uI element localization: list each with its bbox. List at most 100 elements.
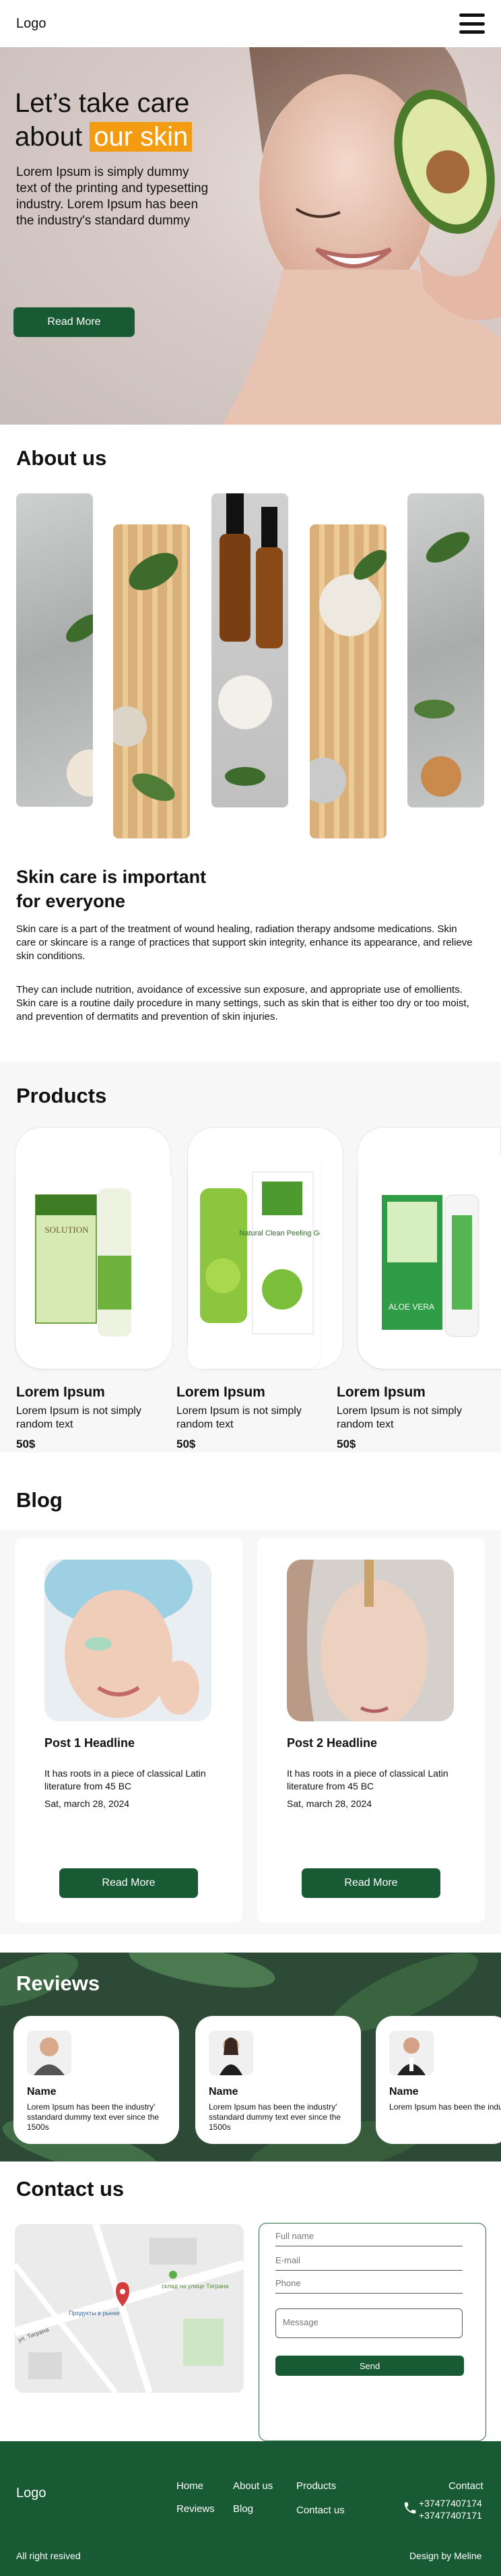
phone-icon: [403, 2501, 418, 2515]
reviews-title: Reviews: [16, 1971, 100, 1995]
about-image-stone: [16, 493, 93, 807]
map-graphic: склад на улице Тиграна Продукты в рынке …: [15, 2224, 244, 2393]
map-label: Продукты в рынке: [69, 2310, 120, 2317]
full-name-field[interactable]: [275, 2226, 463, 2246]
blog-image-post-2: [287, 1560, 454, 1721]
review-text: Lorem Ipsum has been the industry' sstan…: [27, 2102, 160, 2132]
leaf-decoration: [113, 553, 178, 801]
about-paragraph-2: They can include nutrition, avoidance of…: [16, 984, 469, 1022]
phone-field[interactable]: [275, 2273, 463, 2294]
site-footer: Logo Home Reviews About us Blog Products…: [0, 2441, 501, 2576]
map[interactable]: склад на улице Тиграна Продукты в рынке …: [15, 2224, 244, 2393]
product-label: Natural Clean Peeling Gel: [239, 1229, 320, 1237]
skin-care-title-line1: Skin care is important: [16, 867, 207, 887]
footer-link-reviews[interactable]: Reviews: [176, 2503, 215, 2515]
contact-form: Send: [259, 2223, 486, 2441]
woman-serum-illustration: [287, 1560, 428, 1721]
contact-title: Contact us: [16, 2177, 125, 2201]
burger-line: [459, 13, 485, 17]
blog-card: Post 2 Headline It has roots in a piece …: [257, 1538, 485, 1922]
product-image-frame: SOLUTION: [15, 1155, 172, 1369]
hero-text: Lorem Ipsum is simply dummy text of the …: [16, 165, 209, 228]
hero-title: Let’s take care about our skin: [15, 86, 193, 154]
reviewer-name: Name: [27, 2086, 57, 2097]
review-text: Lorem Ipsum has been the industry' sstan…: [389, 2102, 501, 2112]
blog-date: Sat, march 28, 2024: [287, 1798, 372, 1809]
footer-link-blog[interactable]: Blog: [233, 2503, 253, 2515]
blog-image-post-1: [44, 1560, 211, 1721]
blog-title: Blog: [16, 1488, 63, 1512]
blog-text: It has roots in a piece of classical Lat…: [287, 1768, 448, 1791]
product-image-frame: ALOE VERA: [358, 1155, 501, 1369]
email-field[interactable]: [275, 2250, 463, 2271]
sponge-decoration: [310, 549, 387, 803]
blog-read-more-button[interactable]: Read More: [59, 1868, 198, 1898]
message-field[interactable]: [275, 2308, 463, 2338]
reviewer-name: Name: [209, 2086, 238, 2097]
review-text: Lorem Ipsum has been the industry' sstan…: [209, 2102, 341, 2132]
reviewer-avatar: [389, 2031, 434, 2075]
product-image-aloe-vera: ALOE VERA: [382, 1194, 479, 1337]
hero-woman-avocado-image: [222, 47, 501, 425]
review-card: Name Lorem Ipsum has been the industry' …: [13, 2016, 179, 2144]
about-paragraph-1: Skin care is a part of the treatment of …: [16, 923, 473, 962]
footer-phone-2[interactable]: +37477407171: [419, 2510, 482, 2521]
footer-link-products[interactable]: Products: [296, 2480, 336, 2492]
product-name: Lorem Ipsum: [337, 1384, 426, 1400]
bottle-decoration: [218, 493, 283, 786]
hero-title-line1: Let’s take care: [15, 88, 190, 118]
product-desc: Lorem Ipsum is not simply random text: [16, 1405, 141, 1430]
site-header: Logo: [0, 0, 501, 47]
product-image-peeling-gel: Natural Clean Peeling Gel: [200, 1171, 325, 1335]
leaf-decoration: [66, 614, 93, 797]
hero-section: Let’s take care about our skin Lorem Ips…: [0, 47, 501, 425]
burger-line: [459, 22, 485, 26]
hero-read-more-button[interactable]: Read More: [13, 307, 135, 337]
about-image-serum-bottles: [211, 493, 288, 807]
header-logo[interactable]: Logo: [16, 16, 46, 32]
footer-link-about[interactable]: About us: [233, 2480, 273, 2492]
map-label: склад на улице Тиграна: [162, 2283, 229, 2290]
blog-read-more-button[interactable]: Read More: [302, 1868, 440, 1898]
product-price: 50$: [176, 1438, 196, 1450]
send-button[interactable]: Send: [275, 2356, 464, 2376]
reviewer-name: Name: [389, 2086, 419, 2097]
review-card: Name Lorem Ipsum has been the industry' …: [195, 2016, 361, 2144]
blog-date: Sat, march 28, 2024: [44, 1798, 130, 1809]
product-price: 50$: [337, 1438, 356, 1450]
hamburger-menu-icon[interactable]: [459, 13, 485, 34]
product-card[interactable]: Natural Clean Peeling Gel: [187, 1127, 343, 1370]
footer-link-home[interactable]: Home: [176, 2480, 203, 2492]
product-desc: Lorem Ipsum is not simply random text: [176, 1405, 302, 1430]
product-image-frame: Natural Clean Peeling Gel: [188, 1155, 325, 1369]
product-label: SOLUTION: [45, 1225, 90, 1235]
product-image-solution: SOLUTION: [35, 1188, 131, 1337]
blog-headline: Post 2 Headline: [287, 1736, 378, 1750]
footer-phone-1[interactable]: +37477407174: [419, 2498, 482, 2509]
footer-credit: Design by Meline: [409, 2550, 482, 2561]
product-name: Lorem Ipsum: [16, 1384, 105, 1400]
blog-headline: Post 1 Headline: [44, 1736, 135, 1750]
footer-rights: All right resived: [16, 2550, 81, 2561]
hero-title-about: about: [15, 122, 83, 152]
products-title: Products: [16, 1084, 107, 1107]
reviewer-avatar: [209, 2031, 253, 2075]
product-price: 50$: [16, 1438, 36, 1450]
review-card: Name Lorem Ipsum has been the industry' …: [376, 2016, 501, 2144]
product-desc: Lorem Ipsum is not simply random text: [337, 1405, 462, 1430]
about-image-sponge: [310, 524, 387, 838]
blog-card: Post 1 Headline It has roots in a piece …: [15, 1538, 242, 1922]
skin-care-title-line2: for everyone: [16, 891, 126, 911]
hero-title-highlight: our skin: [90, 122, 193, 152]
blog-text: It has roots in a piece of classical Lat…: [44, 1768, 206, 1791]
about-image-wood-tray: [113, 524, 190, 838]
map-place-icon: [169, 2271, 177, 2279]
footer-link-contact[interactable]: Contact us: [296, 2505, 345, 2516]
about-title: About us: [16, 446, 107, 470]
product-card[interactable]: ALOE VERA: [357, 1127, 501, 1370]
hero-title-line2: about our skin: [15, 120, 193, 154]
reviews-section: Reviews Name Lorem Ipsum has been the in…: [0, 1953, 501, 2161]
product-name: Lorem Ipsum: [176, 1384, 265, 1400]
product-card[interactable]: SOLUTION: [15, 1127, 172, 1370]
footer-logo[interactable]: Logo: [16, 2486, 46, 2501]
